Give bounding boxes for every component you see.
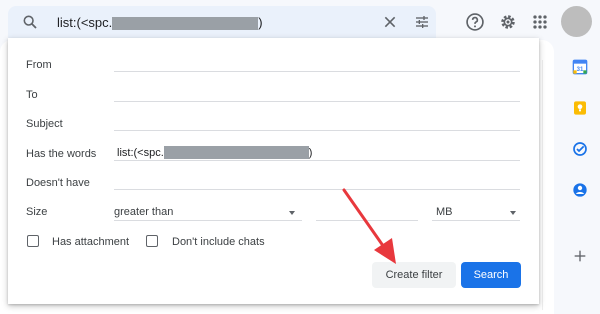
has-attachment-checkbox[interactable] bbox=[27, 235, 39, 247]
search-query-prefix: list:(<spc. bbox=[57, 15, 113, 30]
has-words-suffix: ) bbox=[308, 146, 313, 159]
search-bar[interactable]: list:(<spc. ) bbox=[8, 6, 436, 38]
settings-gear-icon[interactable] bbox=[498, 12, 518, 32]
from-label: From bbox=[26, 59, 52, 71]
size-operator-value: greater than bbox=[114, 206, 174, 218]
has-attachment-label: Has attachment bbox=[52, 236, 130, 248]
apps-grid-icon[interactable] bbox=[530, 12, 550, 32]
dont-include-chats-label: Don't include chats bbox=[172, 236, 265, 248]
subject-field[interactable] bbox=[114, 130, 520, 131]
has-words-label: Has the words bbox=[26, 148, 97, 160]
size-unit-value: MB bbox=[436, 206, 453, 218]
avatar[interactable] bbox=[561, 6, 592, 37]
close-icon[interactable] bbox=[382, 14, 398, 30]
search-query-suffix: ) bbox=[258, 15, 263, 30]
has-words-field[interactable]: list:(<spc. ) bbox=[117, 146, 312, 159]
from-field[interactable] bbox=[114, 71, 520, 72]
has-words-underline bbox=[114, 160, 520, 161]
annotation-arrow-icon bbox=[342, 188, 396, 264]
size-unit-underline bbox=[432, 220, 520, 221]
size-label: Size bbox=[26, 206, 48, 218]
doesnt-have-label: Doesn't have bbox=[26, 177, 90, 189]
search-icon[interactable] bbox=[22, 14, 38, 30]
contacts-icon[interactable] bbox=[572, 182, 588, 198]
tune-icon[interactable] bbox=[413, 14, 431, 30]
redacted-text bbox=[163, 146, 309, 159]
chevron-down-icon bbox=[510, 211, 516, 215]
keep-icon[interactable] bbox=[572, 100, 588, 116]
svg-text:31: 31 bbox=[577, 67, 584, 73]
calendar-icon[interactable]: 31 bbox=[572, 59, 588, 75]
search-button[interactable]: Search bbox=[461, 262, 521, 288]
redacted-text bbox=[112, 16, 259, 30]
help-icon[interactable] bbox=[465, 12, 485, 32]
mail-list-edge bbox=[542, 60, 548, 310]
subject-label: Subject bbox=[26, 118, 63, 130]
add-icon[interactable] bbox=[572, 248, 588, 264]
to-label: To bbox=[26, 89, 38, 101]
to-field[interactable] bbox=[114, 101, 520, 102]
doesnt-have-field[interactable] bbox=[114, 189, 520, 190]
size-operator-underline bbox=[114, 220, 302, 221]
chevron-down-icon bbox=[289, 211, 295, 215]
side-panel: 31 bbox=[560, 40, 600, 314]
has-words-prefix: list:(<spc. bbox=[117, 146, 164, 159]
dont-include-chats-checkbox[interactable] bbox=[146, 235, 158, 247]
filter-dialog: From To Subject Has the words list:(<spc… bbox=[8, 38, 539, 304]
tasks-icon[interactable] bbox=[572, 141, 588, 157]
search-query[interactable]: list:(<spc. ) bbox=[57, 15, 263, 31]
